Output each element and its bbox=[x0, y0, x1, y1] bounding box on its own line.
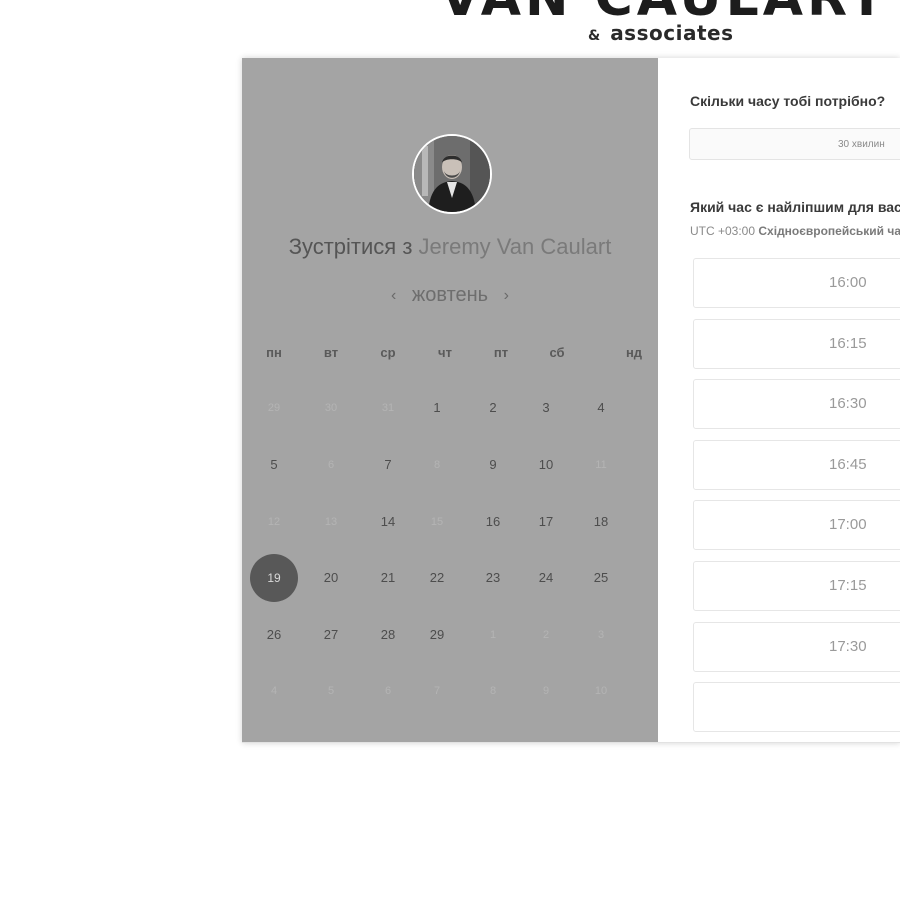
calendar-day[interactable]: 21 bbox=[368, 558, 408, 598]
time-slot[interactable]: 16:30 bbox=[693, 379, 900, 429]
calendar-day: 30 bbox=[324, 402, 338, 414]
calendar-day: 31 bbox=[381, 402, 395, 414]
timezone-offset: UTC +03:00 bbox=[690, 224, 756, 238]
calendar-day: 15 bbox=[430, 516, 444, 528]
calendar-panel: Зустрітися з Jeremy Van Caulart ‹ жовтен… bbox=[242, 58, 658, 742]
calendar-day: 3 bbox=[597, 629, 605, 641]
calendar-day: 6 bbox=[384, 685, 392, 697]
calendar-day[interactable]: 4 bbox=[581, 388, 621, 428]
calendar-day[interactable]: 20 bbox=[311, 558, 351, 598]
calendar-day[interactable]: 3 bbox=[526, 388, 566, 428]
calendar-day[interactable]: 2 bbox=[473, 388, 513, 428]
duration-question: Скільки часу тобі потрібно? bbox=[690, 93, 886, 109]
calendar-day: 8 bbox=[433, 459, 441, 471]
time-slot[interactable]: 17:00 bbox=[693, 500, 900, 550]
calendar-day[interactable]: 28 bbox=[368, 615, 408, 655]
time-slot[interactable]: 17:15 bbox=[693, 561, 900, 611]
calendar-day[interactable]: 9 bbox=[473, 445, 513, 485]
calendar-day[interactable]: 22 bbox=[417, 558, 457, 598]
brand-ampersand: & bbox=[588, 28, 601, 44]
calendar-day[interactable]: 1 bbox=[417, 388, 457, 428]
calendar-day[interactable]: 26 bbox=[254, 615, 294, 655]
calendar-day: 2 bbox=[542, 629, 550, 641]
calendar-day[interactable]: 10 bbox=[526, 445, 566, 485]
calendar-day[interactable]: 7 bbox=[368, 445, 408, 485]
time-slot[interactable] bbox=[693, 682, 900, 732]
calendar-day: 7 bbox=[433, 685, 441, 697]
calendar-day-selected[interactable]: 19 bbox=[250, 554, 298, 602]
calendar-day[interactable]: 25 bbox=[581, 558, 621, 598]
calendar-day: 4 bbox=[270, 685, 278, 697]
calendar-day[interactable]: 18 bbox=[581, 502, 621, 542]
time-slot[interactable]: 16:15 bbox=[693, 319, 900, 369]
calendar-day[interactable]: 23 bbox=[473, 558, 513, 598]
calendar-day[interactable]: 17 bbox=[526, 502, 566, 542]
calendar-day: 8 bbox=[489, 685, 497, 697]
calendar-day[interactable]: 5 bbox=[254, 445, 294, 485]
calendar-day: 12 bbox=[267, 516, 281, 528]
calendar-day[interactable]: 16 bbox=[473, 502, 513, 542]
calendar-day: 10 bbox=[594, 685, 608, 697]
calendar-day[interactable]: 24 bbox=[526, 558, 566, 598]
brand-subtitle-text: associates bbox=[610, 21, 734, 45]
calendar-day: 13 bbox=[324, 516, 338, 528]
brand-subtitle: & associates bbox=[588, 21, 733, 45]
duration-select[interactable]: 30 хвилин bbox=[689, 128, 900, 160]
calendar-day[interactable]: 27 bbox=[311, 615, 351, 655]
time-slot[interactable]: 16:00 bbox=[693, 258, 900, 308]
booking-card: Зустрітися з Jeremy Van Caulart ‹ жовтен… bbox=[242, 58, 900, 743]
calendar-day: 9 bbox=[542, 685, 550, 697]
timezone-name: Східноєвропейський час bbox=[758, 224, 900, 238]
time-question: Який час є найліпшим для вас? bbox=[690, 199, 900, 215]
calendar-day[interactable]: 14 bbox=[368, 502, 408, 542]
calendar-grid: 29 30 31 1 2 3 4 5 6 7 8 9 10 11 12 13 14 15 16 17 18 19 20 21 2… bbox=[242, 58, 658, 742]
calendar-day: 11 bbox=[595, 459, 607, 471]
calendar-day: 29 bbox=[267, 402, 281, 414]
timezone-label[interactable]: UTC +03:00 Східноєвропейський час bbox=[690, 224, 900, 238]
time-slot[interactable]: 17:30 bbox=[693, 622, 900, 672]
time-panel: Скільки часу тобі потрібно? 30 хвилин Як… bbox=[658, 58, 900, 742]
calendar-day[interactable]: 29 bbox=[417, 615, 457, 655]
calendar-day: 1 bbox=[489, 629, 497, 641]
calendar-day: 6 bbox=[327, 459, 335, 471]
time-slot[interactable]: 16:45 bbox=[693, 440, 900, 490]
calendar-day: 5 bbox=[327, 685, 335, 697]
